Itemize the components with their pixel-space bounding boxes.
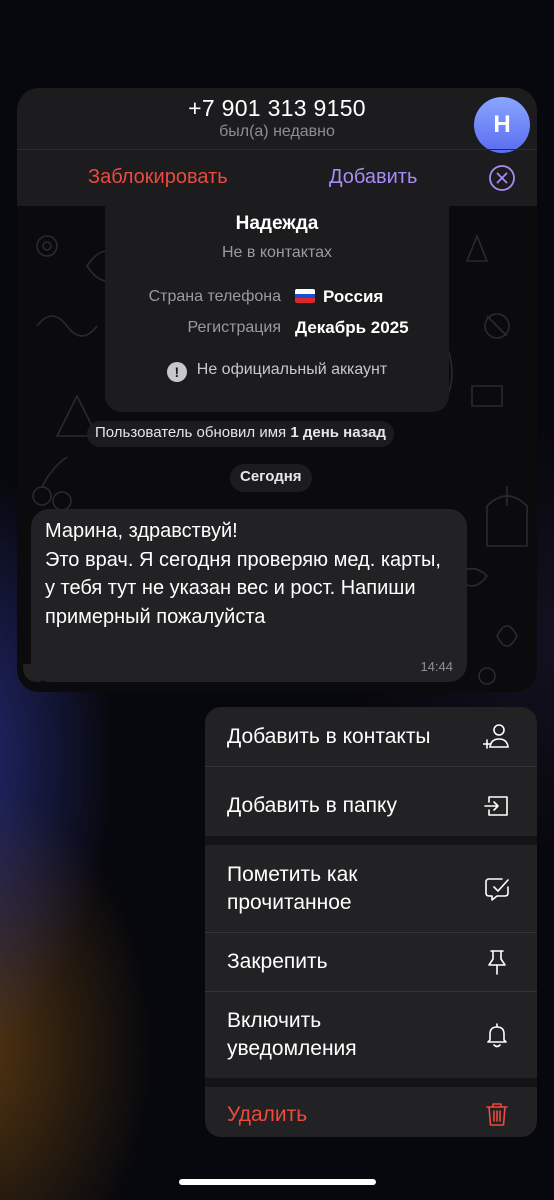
menu-item-label: Включить уведомления xyxy=(227,1009,357,1060)
chat-status: был(а) недавно xyxy=(219,123,335,140)
chat-header: +7 901 313 9150 был(а) недавно Н Заблоки… xyxy=(17,88,537,206)
add-contact-button[interactable]: Добавить xyxy=(329,166,417,189)
menu-item-mark-as-read[interactable]: Пометить как прочитанное xyxy=(205,845,537,932)
phone-country-value: Россия xyxy=(295,287,383,307)
menu-item-pin[interactable]: Закрепить xyxy=(205,933,537,991)
home-indicator[interactable] xyxy=(179,1179,376,1185)
registration-value: Декабрь 2025 xyxy=(295,318,409,337)
message-text: Марина, здравствуй! Это врач. Я сегодня … xyxy=(45,520,441,628)
pin-icon xyxy=(488,950,506,975)
trash-icon xyxy=(486,1103,508,1126)
profile-name: Надежда xyxy=(235,213,319,234)
name-update-notice: Пользователь обновил имя 1 день назад xyxy=(87,421,394,447)
add-contact-icon xyxy=(483,724,509,749)
header-divider xyxy=(17,149,537,150)
menu-item-add-to-folder[interactable]: Добавить в папку xyxy=(205,767,537,836)
menu-item-label: Пометить как прочитанное xyxy=(227,863,358,914)
phone-country-text: Россия xyxy=(323,287,384,306)
chat-preview[interactable]: +7 901 313 9150 был(а) недавно Н Заблоки… xyxy=(17,88,537,692)
bell-icon xyxy=(487,1023,507,1048)
russia-flag-icon xyxy=(295,289,315,303)
message-time: 14:44 xyxy=(420,659,453,674)
folder-add-icon xyxy=(484,796,508,816)
menu-item-delete[interactable]: Удалить xyxy=(205,1087,537,1137)
menu-item-label: Добавить в контакты xyxy=(227,725,431,748)
phone-country-label: Страна телефона xyxy=(148,288,281,305)
name-update-text: Пользователь обновил имя xyxy=(95,424,291,441)
menu-item-label: Закрепить xyxy=(227,950,328,973)
mark-read-icon xyxy=(485,878,509,901)
incoming-message[interactable]: Марина, здравствуй! Это врач. Я сегодня … xyxy=(31,509,467,682)
exclamation-icon: ! xyxy=(166,362,187,382)
registration-label: Регистрация xyxy=(187,319,281,336)
context-menu: Добавить в контакты Добавить в папку Пом… xyxy=(205,707,537,1137)
menu-section-gap xyxy=(205,1078,537,1087)
menu-item-label: Удалить xyxy=(227,1103,308,1126)
avatar[interactable]: Н xyxy=(474,97,530,153)
menu-item-add-to-contacts[interactable]: Добавить в контакты xyxy=(205,707,537,766)
profile-contact-status: Не в контактах xyxy=(221,244,333,261)
name-update-time: 1 день назад xyxy=(290,424,386,441)
unofficial-account-text: Не официальный аккаунт xyxy=(196,361,388,378)
block-button[interactable]: Заблокировать xyxy=(88,166,228,189)
menu-section-gap xyxy=(205,836,537,845)
menu-item-label: Добавить в папку xyxy=(227,794,397,817)
chat-title-phone: +7 901 313 9150 xyxy=(188,95,366,121)
profile-info-card: Надежда Не в контактах Страна телефона Р… xyxy=(105,206,449,412)
close-icon[interactable] xyxy=(488,164,516,192)
unofficial-account-notice: ! Не официальный аккаунт xyxy=(105,361,449,382)
menu-item-enable-notifications[interactable]: Включить уведомления xyxy=(205,992,537,1078)
date-separator: Сегодня xyxy=(230,464,312,492)
